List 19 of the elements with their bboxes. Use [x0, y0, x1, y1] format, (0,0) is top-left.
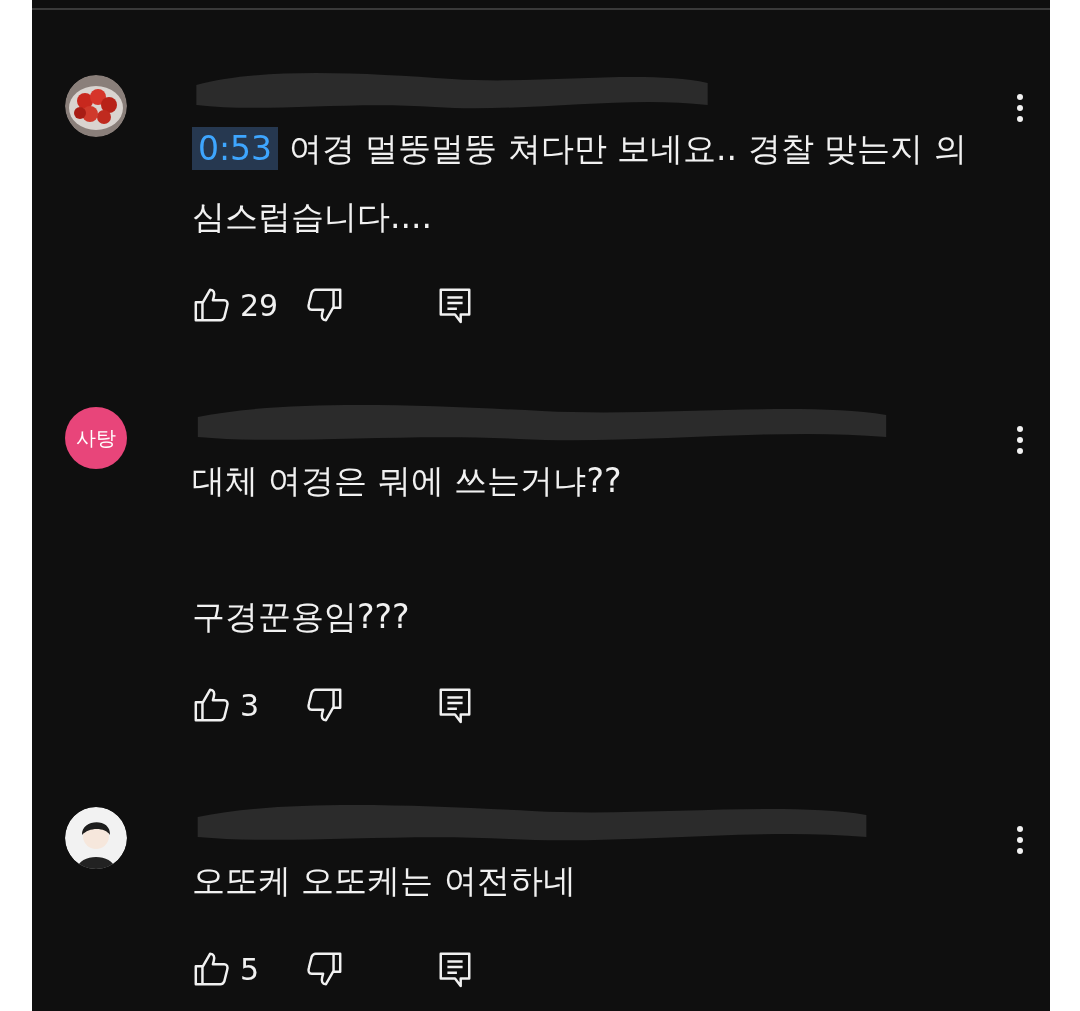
thumbs-up-icon[interactable] [192, 686, 230, 724]
thumbs-up-icon[interactable] [192, 286, 230, 324]
avatar: 사탕 [65, 407, 127, 469]
more-icon[interactable] [1016, 93, 1024, 123]
thumbs-down-icon[interactable] [306, 686, 344, 724]
comment-text: 0:53 여경 멀뚱멀뚱 쳐다만 보네요.. 경찰 맞는지 의심스럽습니다.... [192, 126, 968, 238]
thumbs-up-icon[interactable] [192, 950, 230, 988]
comment-text: 대체 여경은 뭐에 쓰는거냐?? [192, 460, 623, 502]
like-count: 5 [240, 951, 261, 987]
thumbs-down-icon[interactable] [306, 286, 344, 324]
like-count: 29 [240, 287, 280, 323]
comment-text: 구경꾼용임??? [192, 596, 411, 638]
avatar-icon [65, 807, 127, 869]
thumbs-down-icon[interactable] [306, 950, 344, 988]
more-icon[interactable] [1016, 425, 1024, 455]
like-count: 3 [240, 687, 261, 723]
comment-text: 오또케 오또케는 여전하네 [192, 860, 577, 902]
timestamp-link[interactable]: 0:53 [192, 127, 279, 170]
more-icon[interactable] [1016, 825, 1024, 855]
